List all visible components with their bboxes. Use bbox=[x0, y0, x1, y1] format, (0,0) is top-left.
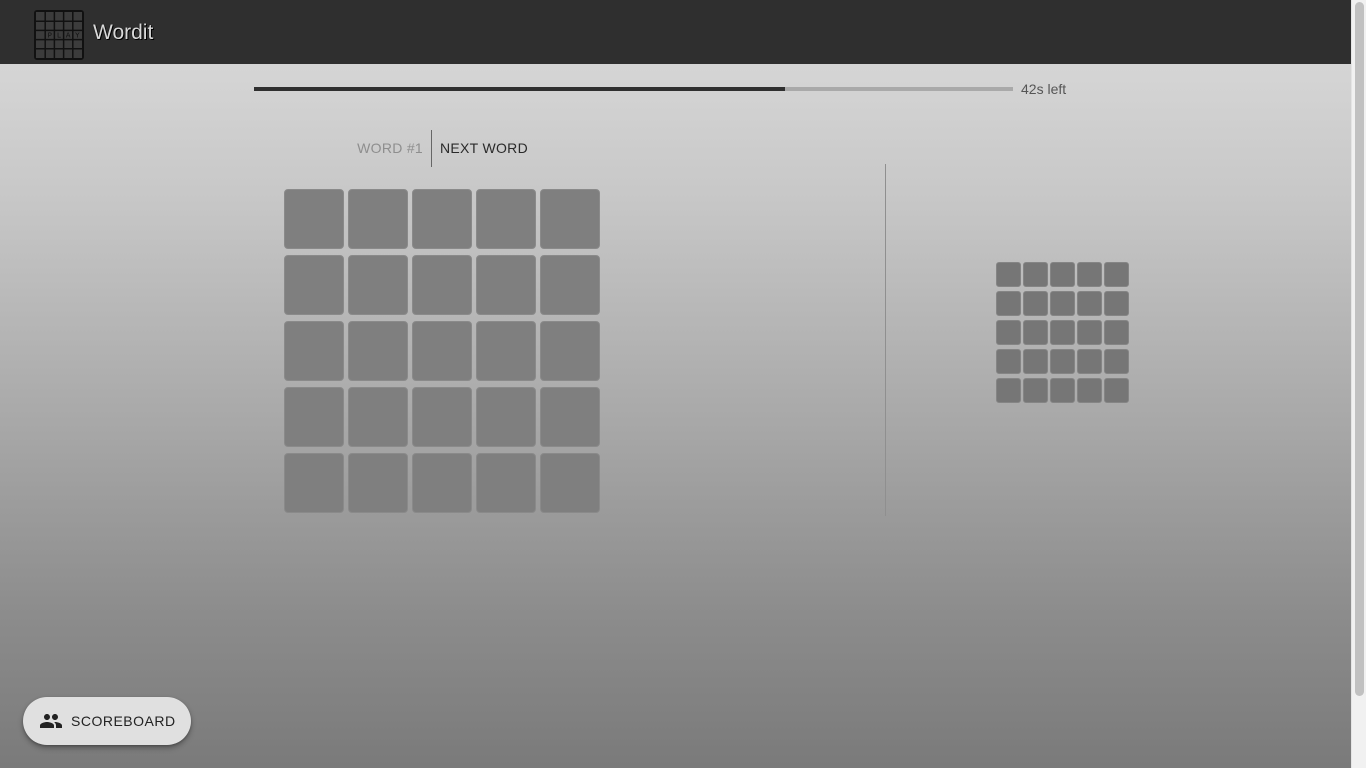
grid-cell[interactable] bbox=[412, 387, 472, 447]
grid-cell[interactable] bbox=[348, 453, 408, 513]
mini-grid-cell bbox=[1104, 349, 1129, 374]
timer-progress-fill bbox=[254, 87, 786, 91]
grid-cell[interactable] bbox=[412, 453, 472, 513]
mini-grid-cell bbox=[1077, 291, 1102, 316]
app-bar: PL AY Wordit bbox=[0, 0, 1351, 64]
word-grid bbox=[284, 189, 600, 513]
grid-cell[interactable] bbox=[284, 255, 344, 315]
scoreboard-label: SCOREBOARD bbox=[71, 713, 176, 729]
mini-grid-cell bbox=[1050, 378, 1075, 403]
timer-progress-bar bbox=[254, 87, 1013, 91]
tab-next-word[interactable]: NEXT WORD bbox=[440, 140, 528, 156]
grid-cell[interactable] bbox=[348, 321, 408, 381]
grid-cell[interactable] bbox=[284, 387, 344, 447]
mini-grid-cell bbox=[1023, 320, 1048, 345]
grid-cell[interactable] bbox=[476, 321, 536, 381]
scrollbar-thumb[interactable] bbox=[1355, 2, 1364, 696]
grid-cell[interactable] bbox=[476, 387, 536, 447]
grid-cell[interactable] bbox=[412, 321, 472, 381]
mini-grid-cell bbox=[996, 320, 1021, 345]
mini-grid-cell bbox=[996, 378, 1021, 403]
mini-grid-cell bbox=[1104, 291, 1129, 316]
crossword-grid-logo-icon[interactable]: PL AY bbox=[34, 10, 84, 60]
grid-cell[interactable] bbox=[412, 255, 472, 315]
grid-cell[interactable] bbox=[348, 387, 408, 447]
grid-cell[interactable] bbox=[476, 189, 536, 249]
svg-text:P: P bbox=[48, 32, 52, 40]
mini-grid-cell bbox=[1050, 320, 1075, 345]
grid-cell[interactable] bbox=[540, 387, 600, 447]
mini-grid-cell bbox=[1077, 349, 1102, 374]
app-title: Wordit bbox=[93, 21, 154, 44]
mini-grid-cell bbox=[1023, 262, 1048, 287]
mini-grid-cell bbox=[1077, 378, 1102, 403]
mini-grid-cell bbox=[1104, 378, 1129, 403]
grid-cell[interactable] bbox=[476, 453, 536, 513]
grid-cell[interactable] bbox=[284, 189, 344, 249]
mini-grid-cell bbox=[1050, 291, 1075, 316]
mini-grid-cell bbox=[1050, 349, 1075, 374]
grid-cell[interactable] bbox=[540, 321, 600, 381]
people-icon bbox=[40, 714, 62, 728]
mini-grid-cell bbox=[1023, 349, 1048, 374]
scoreboard-button[interactable]: SCOREBOARD bbox=[23, 697, 191, 745]
grid-cell[interactable] bbox=[348, 255, 408, 315]
mini-grid-cell bbox=[1050, 262, 1075, 287]
mini-grid-cell bbox=[1077, 320, 1102, 345]
grid-cell[interactable] bbox=[412, 189, 472, 249]
grid-cell[interactable] bbox=[284, 453, 344, 513]
mini-word-grid bbox=[996, 262, 1129, 403]
tab-divider bbox=[431, 130, 432, 167]
mini-grid-cell bbox=[1104, 262, 1129, 287]
svg-text:Y: Y bbox=[74, 32, 80, 40]
mini-grid-cell bbox=[996, 349, 1021, 374]
tab-current-word[interactable]: WORD #1 bbox=[357, 140, 423, 156]
grid-cell[interactable] bbox=[540, 189, 600, 249]
vertical-divider bbox=[885, 164, 886, 516]
timer-text: 42s left bbox=[1021, 81, 1067, 97]
mini-grid-cell bbox=[1104, 320, 1129, 345]
mini-grid-cell bbox=[1023, 378, 1048, 403]
mini-grid-cell bbox=[996, 291, 1021, 316]
grid-cell[interactable] bbox=[284, 321, 344, 381]
mini-grid-cell bbox=[996, 262, 1021, 287]
svg-text:A: A bbox=[66, 32, 71, 40]
grid-cell[interactable] bbox=[476, 255, 536, 315]
mini-grid-cell bbox=[1077, 262, 1102, 287]
grid-cell[interactable] bbox=[348, 189, 408, 249]
scrollbar[interactable] bbox=[1351, 0, 1366, 768]
grid-cell[interactable] bbox=[540, 453, 600, 513]
grid-cell[interactable] bbox=[540, 255, 600, 315]
mini-grid-cell bbox=[1023, 291, 1048, 316]
svg-text:L: L bbox=[57, 32, 61, 40]
